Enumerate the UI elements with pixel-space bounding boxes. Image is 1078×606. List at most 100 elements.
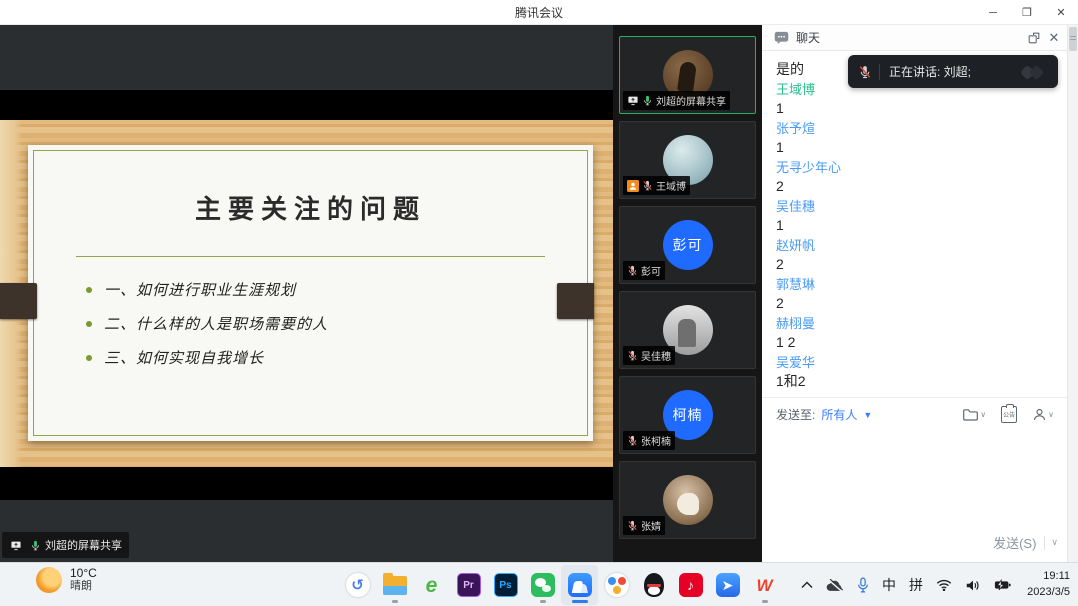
speaking-toast-text: 正在讲话: 刘超; (889, 63, 1018, 80)
bullet-dot-icon (86, 287, 92, 293)
chat-bubble-icon (771, 28, 791, 48)
taskbar-clock[interactable]: 19:11 2023/3/5 (1027, 568, 1070, 600)
host-badge-icon (627, 180, 639, 192)
participant-tile[interactable]: 张婧 (619, 461, 756, 539)
ime-mode-indicator[interactable]: 拼 (909, 575, 923, 595)
send-file-button[interactable]: ∨ (962, 407, 986, 422)
chat-message-text: 2 (776, 177, 1078, 197)
taskbar-tencent-meeting-icon[interactable] (561, 565, 598, 605)
taskbar-wps-icon[interactable]: W (746, 565, 783, 605)
participant-video-list: 刘超的屏幕共享王域博彭可彭可吴佳穗柯楠张柯楠张婧 (613, 25, 762, 562)
taskbar-photoshop-icon[interactable]: Ps (487, 565, 524, 605)
running-indicator (540, 600, 546, 603)
chat-sender-name: 赵妍帆 (776, 236, 1078, 256)
chat-close-icon[interactable]: ✕ (1044, 28, 1064, 48)
ime-language-indicator[interactable]: 中 (882, 575, 896, 595)
announcement-icon[interactable]: 公告 (1001, 406, 1017, 423)
send-to-label: 发送至: (776, 406, 815, 423)
send-button[interactable]: 发送(S) (985, 531, 1044, 554)
windows-taskbar: 10°C 晴朗 ↺ ePrPs ♪➤W 中 拼 (0, 562, 1078, 606)
taskbar-qq-icon[interactable] (635, 565, 672, 605)
chat-message-text: 1 (776, 99, 1078, 119)
battery-charging-icon[interactable] (994, 579, 1012, 591)
taskbar-netease-music-icon[interactable]: ♪ (672, 565, 709, 605)
private-chat-button[interactable]: ∨ (1032, 407, 1054, 422)
running-indicator (392, 600, 398, 603)
titlebar: 腾讯会议 ─ ❐ ✕ (0, 0, 1078, 25)
share-letterbox-bottom (0, 467, 613, 500)
chevron-down-icon[interactable]: ∨ (980, 410, 986, 419)
slide-divider (76, 256, 545, 257)
participant-tile[interactable]: 吴佳穗 (619, 291, 756, 369)
chevron-down-icon[interactable]: ∨ (1048, 410, 1054, 419)
taskbar-windows-icon[interactable] (302, 565, 339, 605)
chat-sender-name: 无寻少年心 (776, 158, 1078, 178)
mic-on-icon (642, 95, 653, 106)
taskbar-app-icons: ↺ ePrPs ♪➤W (302, 563, 783, 606)
participant-name: 彭可 (641, 263, 661, 278)
tray-microphone-icon[interactable] (857, 577, 869, 593)
taskbar-quark-browser-icon[interactable]: ↺ (339, 565, 376, 605)
wifi-icon[interactable] (936, 579, 952, 591)
participant-tile[interactable]: 王域博 (619, 121, 756, 199)
participant-name: 张婧 (641, 518, 661, 533)
minimize-icon[interactable]: ─ (976, 0, 1010, 25)
tencent-meeting-logo-icon (1018, 64, 1048, 80)
presentation-slide: 主要关注的问题 一、如何进行职业生涯规划二、什么样的人是职场需要的人三、如何实现… (28, 145, 593, 441)
send-options-chevron-icon[interactable]: ∨ (1045, 537, 1064, 548)
participant-tile[interactable]: 柯楠张柯楠 (619, 376, 756, 454)
popout-icon[interactable] (1024, 28, 1044, 48)
participant-name: 刘超的屏幕共享 (656, 93, 726, 108)
chat-header: 聊天 ✕ (762, 25, 1078, 51)
chat-message-list: 是的王域博1张予煊1无寻少年心2吴佳穗1赵妍帆2郭慧琳2赫栩曼1 2吴爱华1和2 (762, 51, 1078, 397)
taskbar-wechat-icon[interactable] (524, 565, 561, 605)
share-status-text: 刘超的屏幕共享 (45, 537, 122, 553)
chat-message-text: 1 (776, 216, 1078, 236)
taskbar-weather-widget[interactable]: 10°C 晴朗 (36, 567, 97, 593)
share-letterbox-top (0, 90, 613, 120)
tray-chevron-up-icon[interactable] (801, 581, 813, 589)
taskbar-browser-360-icon[interactable] (598, 565, 635, 605)
share-status-label: 刘超的屏幕共享 (2, 532, 129, 558)
tray-cloud-icon[interactable] (826, 579, 844, 592)
mic-muted-icon (627, 350, 638, 361)
participant-label: 张婧 (623, 516, 665, 535)
toast-divider (879, 64, 880, 80)
mic-muted-icon (627, 435, 638, 446)
participant-label: 彭可 (623, 261, 665, 280)
participant-label: 王域博 (623, 176, 690, 195)
speaking-toast: 正在讲话: 刘超; (848, 55, 1058, 88)
weather-condition: 晴朗 (70, 580, 97, 593)
send-to-row: 发送至: 所有人 ▼ ∨ 公告 ∨ (762, 397, 1078, 431)
window-controls: ─ ❐ ✕ (976, 0, 1078, 25)
close-icon[interactable]: ✕ (1044, 0, 1078, 25)
running-indicator (572, 600, 588, 603)
restore-icon[interactable]: ❐ (1010, 0, 1044, 25)
chat-title: 聊天 (796, 29, 1024, 46)
participant-name: 吴佳穗 (641, 348, 671, 363)
scroll-handle-right (557, 283, 594, 319)
clock-date: 2023/3/5 (1027, 584, 1070, 600)
taskbar-thunder-icon[interactable]: ➤ (709, 565, 746, 605)
chevron-down-icon[interactable]: ▼ (863, 410, 872, 420)
bullet-text: 三、如何实现自我增长 (104, 347, 264, 368)
clock-time: 19:11 (1027, 568, 1070, 584)
send-to-dropdown[interactable]: 所有人 (821, 406, 857, 423)
chat-scrollbar-thumb[interactable] (1069, 27, 1077, 51)
taskbar-internet-explorer-icon[interactable]: e (413, 565, 450, 605)
chat-sender-name: 赫栩曼 (776, 314, 1078, 334)
speaker-icon[interactable] (965, 579, 981, 592)
avatar: 彭可 (663, 220, 713, 270)
mic-muted-icon (642, 180, 653, 191)
participant-tile[interactable]: 彭可彭可 (619, 206, 756, 284)
participant-name: 张柯楠 (641, 433, 671, 448)
chat-message-text: 1 (776, 138, 1078, 158)
participant-tile[interactable]: 刘超的屏幕共享 (619, 36, 756, 114)
screen-share-icon (627, 95, 639, 106)
taskbar-file-explorer-icon[interactable] (376, 565, 413, 605)
taskbar-premiere-icon[interactable]: Pr (450, 565, 487, 605)
chat-input-area[interactable]: 发送(S) ∨ (762, 431, 1078, 562)
participant-label: 吴佳穗 (623, 346, 675, 365)
share-top-band (0, 25, 613, 90)
announcement-button[interactable]: 公告 (1001, 406, 1017, 423)
